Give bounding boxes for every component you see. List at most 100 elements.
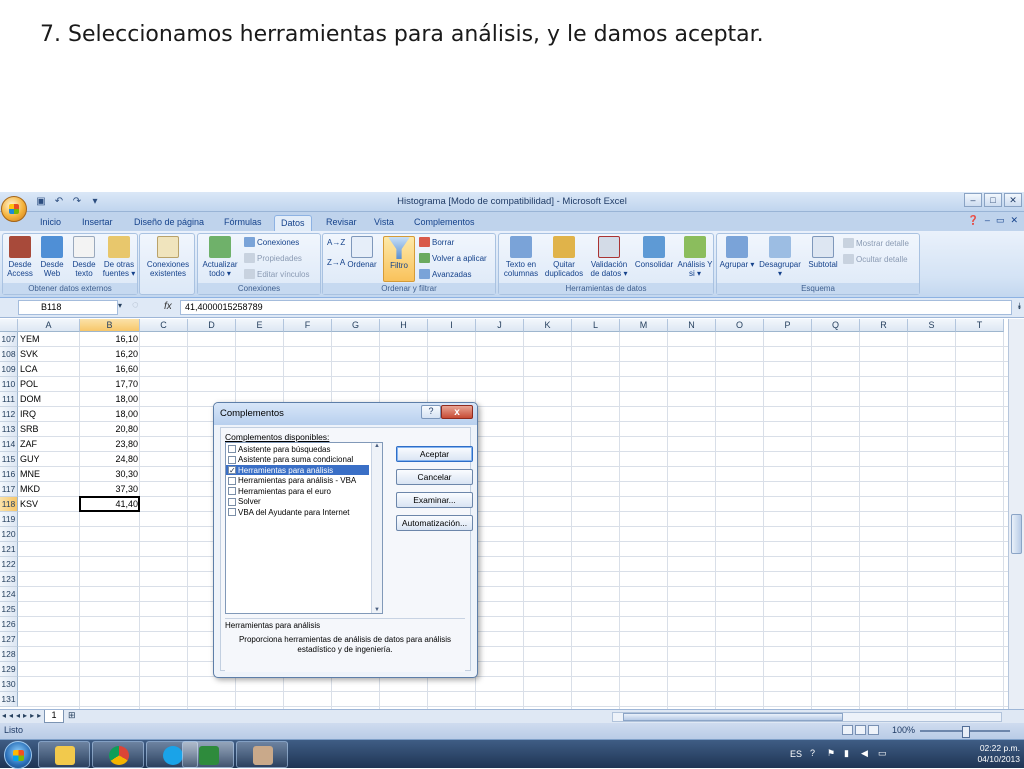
row-header[interactable]: 122 [0,557,18,572]
worksheet-grid[interactable]: A B C D E F G H I J K L M N O P Q R S T 107 YEM 16,10 108 SVK 16,… [0,319,1008,709]
page-break-view-icon[interactable] [868,725,879,735]
fx-icon[interactable]: fx [164,301,172,312]
otras-fuentes-button[interactable]: De otras fuentes ▾ [99,236,139,278]
cell-b[interactable]: 20,80 [80,422,140,437]
row-header[interactable]: 108 [0,347,18,362]
help-icon[interactable]: ❓ [968,215,979,226]
minimize-button[interactable]: – [964,193,982,207]
addin-item[interactable]: Solver [226,497,369,507]
row-header[interactable]: 115 [0,452,18,467]
cell-b[interactable]: 16,10 [80,332,140,347]
cell-b[interactable]: 23,80 [80,437,140,452]
dialog-help-button[interactable]: ? [421,405,441,419]
automatizacion-button[interactable]: Automatización... [396,515,473,531]
cell-a[interactable] [20,602,78,617]
column-header[interactable]: D [188,319,236,332]
cell-a[interactable]: KSV [20,497,78,512]
start-button[interactable] [4,741,32,769]
cell-a[interactable]: MKD [20,482,78,497]
cell-a[interactable]: IRQ [20,407,78,422]
taskbar-excel[interactable] [182,741,234,768]
cell-a[interactable]: GUY [20,452,78,467]
column-header[interactable]: R [860,319,908,332]
editar-vinculos-button[interactable]: Editar vínculos [244,269,309,279]
volver-aplicar-button[interactable]: Volver a aplicar [419,253,487,263]
row-header[interactable]: 129 [0,662,18,677]
select-all-corner[interactable] [0,319,18,332]
horizontal-scrollbar[interactable] [612,712,1002,722]
vertical-scroll-thumb[interactable] [1011,514,1022,554]
conexiones-button[interactable]: Conexiones [244,237,299,247]
row-header[interactable]: 114 [0,437,18,452]
cell-b[interactable] [80,677,140,692]
row-header[interactable]: 123 [0,572,18,587]
cell-a[interactable] [20,512,78,527]
close-workbook-icon[interactable]: ✕ [1010,215,1018,226]
tab-revisar[interactable]: Revisar [320,215,363,231]
row-header[interactable]: 124 [0,587,18,602]
cell-b[interactable]: 24,80 [80,452,140,467]
consolidar-button[interactable]: Consolidar [633,236,675,269]
cell-a[interactable] [20,617,78,632]
tab-vista[interactable]: Vista [368,215,400,231]
cell-b[interactable]: 16,60 [80,362,140,377]
row-header[interactable]: 120 [0,527,18,542]
filtro-button[interactable]: Filtro [383,236,415,282]
cell-b[interactable]: 16,20 [80,347,140,362]
cell-b[interactable] [80,692,140,707]
cell-b[interactable]: 18,00 [80,407,140,422]
cell-a[interactable]: MNE [20,467,78,482]
agrupar-button[interactable]: Agrupar ▾ [719,236,755,269]
insert-sheet-icon[interactable]: ⊞ [68,710,76,721]
cell-a[interactable] [20,527,78,542]
row-header[interactable]: 110 [0,377,18,392]
analisis-y-si-button[interactable]: Análisis Y si ▾ [677,236,713,278]
cell-a[interactable] [20,662,78,677]
row-header[interactable]: 118 [0,497,18,512]
restore-workbook-icon[interactable]: ▭ [996,215,1005,226]
cell-a[interactable] [20,587,78,602]
addin-item[interactable]: Herramientas para el euro [226,486,369,496]
maximize-button[interactable]: □ [984,193,1002,207]
row-header[interactable]: 119 [0,512,18,527]
column-header[interactable]: J [476,319,524,332]
column-header[interactable]: O [716,319,764,332]
language-indicator[interactable]: ES [790,749,802,759]
ordenar-button[interactable]: Ordenar [345,236,379,269]
formula-expand-icon[interactable]: ⯯ [1017,301,1022,312]
desagrupar-button[interactable]: Desagrupar ▾ [757,236,803,278]
row-header[interactable]: 111 [0,392,18,407]
column-header[interactable]: G [332,319,380,332]
row-header[interactable]: 109 [0,362,18,377]
ocultar-detalle-button[interactable]: Ocultar detalle [843,254,908,264]
cell-b[interactable] [80,572,140,587]
cell-a[interactable]: POL [20,377,78,392]
cell-b[interactable] [80,527,140,542]
signal-icon[interactable]: ▮ [844,748,855,759]
volume-icon[interactable]: ◀ [861,748,872,759]
borrar-button[interactable]: Borrar [419,237,454,247]
vertical-scrollbar[interactable] [1008,319,1024,709]
row-header[interactable]: 112 [0,407,18,422]
column-header[interactable]: Q [812,319,860,332]
cell-a[interactable]: SRB [20,422,78,437]
addin-checkbox[interactable] [228,476,236,485]
sort-za-button[interactable]: Z→A [327,258,345,267]
column-header[interactable]: F [284,319,332,332]
flag-icon[interactable]: ⚑ [827,748,838,759]
mostrar-detalle-button[interactable]: Mostrar detalle [843,238,909,248]
tab-inicio[interactable]: Inicio [34,215,67,231]
namebox-dropdown-icon[interactable]: ▾ [118,301,122,310]
column-header[interactable]: H [380,319,428,332]
normal-view-icon[interactable] [842,725,853,735]
zoom-level[interactable]: 100% [892,725,915,735]
validacion-datos-button[interactable]: Validación de datos ▾ [587,236,631,278]
taskbar-explorer[interactable] [38,741,90,768]
name-box[interactable]: B118 [18,300,118,315]
aceptar-button[interactable]: Aceptar [396,446,473,462]
actualizar-todo-button[interactable]: Actualizar todo ▾ [200,236,240,278]
cell-b[interactable] [80,662,140,677]
quitar-duplicados-button[interactable]: Quitar duplicados [543,236,585,278]
column-header[interactable]: N [668,319,716,332]
desde-access-button[interactable]: Desde Access [3,236,37,278]
